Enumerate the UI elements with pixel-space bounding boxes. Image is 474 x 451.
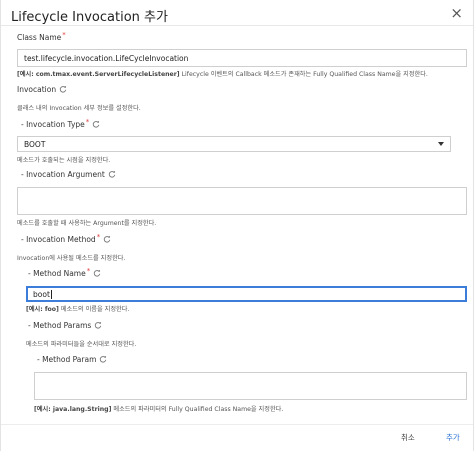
text-cursor: [50, 289, 52, 299]
refresh-icon[interactable]: [92, 120, 100, 128]
title-divider: [1, 25, 473, 26]
method-name-input[interactable]: boot: [26, 286, 467, 302]
method-param-label: - Method Param: [37, 355, 107, 364]
scrollbar[interactable]: [468, 27, 472, 422]
invocation-type-label: - Invocation Type*: [21, 118, 100, 129]
refresh-icon[interactable]: [59, 85, 67, 93]
method-name-help-text: 메소드의 이름을 지정한다.: [58, 306, 130, 313]
refresh-icon[interactable]: [94, 321, 102, 329]
invocation-type-label-text: - Invocation Type: [21, 120, 85, 129]
chevron-down-icon: [438, 142, 444, 146]
invocation-label: Invocation: [17, 85, 67, 94]
method-param-label-text: - Method Param: [37, 355, 97, 364]
method-param-help-example: [예시: java.lang.String]: [34, 406, 112, 413]
lifecycle-invocation-dialog: Lifecycle Invocation 추가 × Class Name* te…: [0, 0, 474, 451]
method-params-label: - Method Params: [28, 321, 102, 330]
method-param-help: [예시: java.lang.String] 메소드의 파라미터의 Fully …: [34, 404, 283, 413]
method-name-value: boot: [33, 289, 50, 299]
invocation-argument-label: - Invocation Argument: [21, 170, 116, 179]
refresh-icon[interactable]: [103, 235, 111, 243]
method-name-label-text: - Method Name: [28, 269, 86, 278]
dialog-title: Lifecycle Invocation 추가: [11, 10, 168, 25]
invocation-type-select[interactable]: BOOT: [17, 136, 451, 152]
invocation-type-value: BOOT: [24, 139, 46, 149]
invocation-method-help: Invocation에 사용될 메소드를 지정한다.: [17, 255, 126, 262]
invocation-argument-help: 메소드를 호출할 때 사용하는 Argument를 지정한다.: [17, 220, 157, 227]
method-param-textarea[interactable]: [34, 372, 467, 400]
method-params-help: 메소드의 파라미터들을 순서대로 지정한다.: [26, 341, 137, 348]
invocation-label-text: Invocation: [17, 85, 57, 94]
refresh-icon[interactable]: [99, 355, 107, 363]
class-name-input[interactable]: test.lifecycle.invocation.LifeCycleInvoc…: [17, 49, 467, 67]
method-name-label: - Method Name*: [28, 267, 101, 278]
invocation-type-help: 메소드가 호출되는 시점을 지정한다.: [17, 157, 111, 164]
method-params-label-text: - Method Params: [28, 321, 92, 330]
class-name-label: Class Name*: [17, 31, 66, 42]
close-icon[interactable]: ×: [450, 5, 463, 21]
cancel-button[interactable]: 취소: [401, 432, 415, 443]
method-name-help-example: [예시: foo]: [26, 306, 59, 313]
required-mark: *: [62, 31, 66, 39]
class-name-label-text: Class Name: [17, 33, 62, 42]
required-mark: *: [96, 233, 101, 241]
invocation-method-label: - Invocation Method*: [21, 233, 111, 244]
class-name-help: [예시: com.tmax.event.ServerLifecycleListe…: [17, 69, 428, 78]
invocation-method-label-text: - Invocation Method: [21, 235, 96, 244]
invocation-argument-label-text: - Invocation Argument: [21, 170, 105, 179]
required-mark: *: [86, 267, 91, 275]
class-name-value: test.lifecycle.invocation.LifeCycleInvoc…: [24, 53, 189, 63]
refresh-icon[interactable]: [108, 170, 116, 178]
invocation-argument-textarea[interactable]: [17, 187, 467, 215]
class-name-help-text: Lifecycle 이벤트의 Callback 메소드가 존재하는 Fully …: [179, 71, 428, 78]
method-name-help: [예시: foo] 메소드의 이름을 지정한다.: [26, 304, 129, 313]
class-name-help-example: [예시: com.tmax.event.ServerLifecycleListe…: [17, 71, 180, 78]
footer-divider: [1, 424, 473, 425]
required-mark: *: [85, 118, 90, 126]
method-param-help-text: 메소드의 파라미터의 Fully Qualified Class Name을 지…: [111, 406, 284, 413]
invocation-help: 클래스 내의 Invocation 세부 정보를 설정한다.: [17, 105, 141, 112]
refresh-icon[interactable]: [93, 269, 101, 277]
add-button[interactable]: 추가: [446, 432, 460, 443]
